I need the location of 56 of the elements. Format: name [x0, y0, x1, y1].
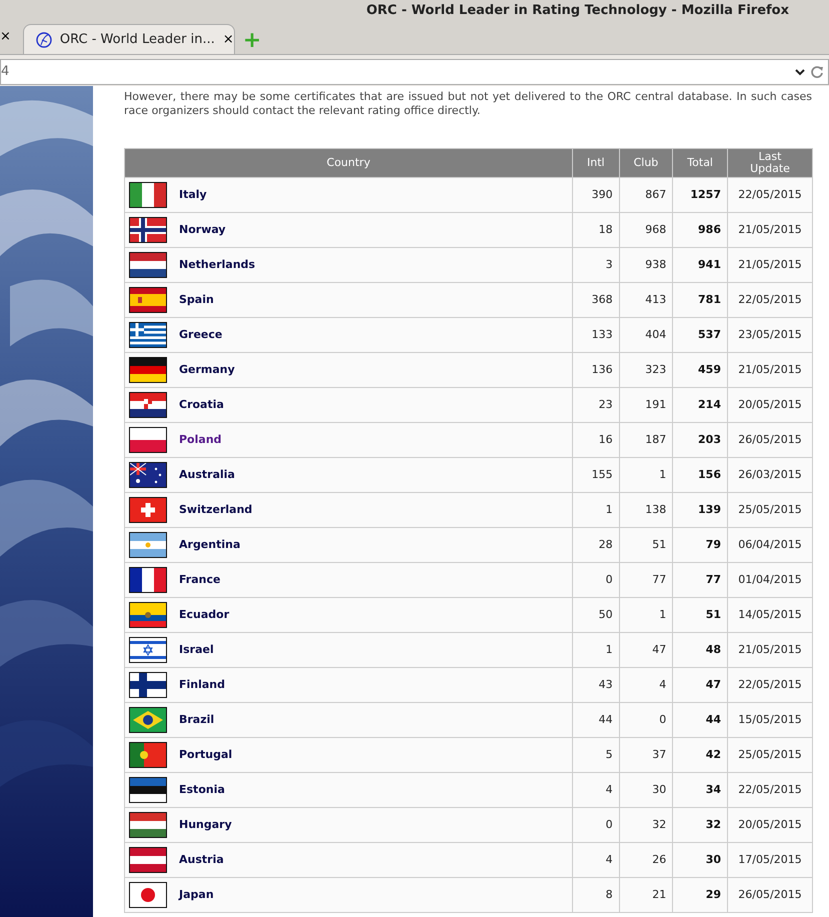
flag-icon [129, 357, 167, 383]
flag-icon [129, 462, 167, 488]
flag-icon [129, 882, 167, 908]
flag-icon [129, 497, 167, 523]
flag-icon [129, 322, 167, 348]
country-link[interactable]: Norway [179, 222, 226, 238]
country-link[interactable]: Germany [179, 362, 235, 378]
intro-text: However, there may be some certificates that are issued but not yet delivered to the ORC central database. In such cases race organizers should contact the relevant rating office directly. [124, 90, 812, 118]
tab-close-button[interactable]: × [0, 26, 19, 54]
flag-icon [129, 252, 167, 278]
table-cell: 29 [672, 878, 728, 912]
flag-icon [129, 532, 167, 558]
flag-icon [129, 707, 167, 733]
browser-tab[interactable]: ORC - World Leader in... × [22, 24, 235, 54]
country-link[interactable]: Austria [179, 852, 224, 868]
country-link[interactable]: Spain [179, 292, 214, 308]
country-link[interactable]: Finland [179, 676, 226, 694]
table-cell: 26/05/2015 [728, 878, 812, 912]
country-link[interactable]: Israel [179, 642, 214, 658]
country-link[interactable]: France [179, 572, 220, 588]
country-link[interactable]: Ecuador [179, 606, 230, 624]
flag-icon [129, 427, 167, 453]
flag-icon [129, 672, 167, 698]
country-link[interactable]: Poland [179, 432, 222, 448]
country-link[interactable]: Italy [179, 186, 207, 204]
country-link[interactable]: Hungary [179, 816, 232, 834]
country-link[interactable]: Brazil [179, 712, 214, 728]
globe-icon [36, 32, 52, 48]
flag-icon [129, 637, 167, 663]
flag-icon [129, 287, 167, 313]
flag-icon [129, 602, 167, 628]
flag-icon [129, 812, 167, 838]
country-link[interactable]: Argentina [179, 536, 240, 554]
table-cell: 21 [619, 878, 673, 912]
flag-icon [129, 182, 167, 208]
flag-icon [129, 742, 167, 768]
window-title: ORC - World Leader in Rating Technology - Mozilla Firefox [366, 2, 789, 20]
country-link[interactable]: Japan [179, 886, 214, 904]
country-link[interactable]: Australia [179, 466, 235, 484]
table-cell: 8 [572, 878, 620, 912]
country-link[interactable]: Netherlands [179, 256, 256, 274]
address-field[interactable]: 4 [0, 58, 829, 84]
country-link[interactable]: Estonia [179, 782, 225, 798]
flag-icon [129, 777, 167, 803]
address-text: 4 [1, 62, 10, 81]
flag-icon [129, 847, 167, 873]
column-header: Country [124, 148, 572, 178]
country-link[interactable]: Portugal [179, 746, 232, 764]
flag-icon [129, 392, 167, 418]
country-link[interactable]: Croatia [179, 396, 224, 414]
country-link[interactable]: Switzerland [179, 502, 252, 518]
tab-title: ORC - World Leader in... [60, 30, 215, 49]
flag-icon [129, 217, 167, 243]
flag-icon [129, 567, 167, 593]
tab-close-button[interactable]: × [222, 30, 234, 50]
country-link[interactable]: Greece [179, 326, 222, 344]
